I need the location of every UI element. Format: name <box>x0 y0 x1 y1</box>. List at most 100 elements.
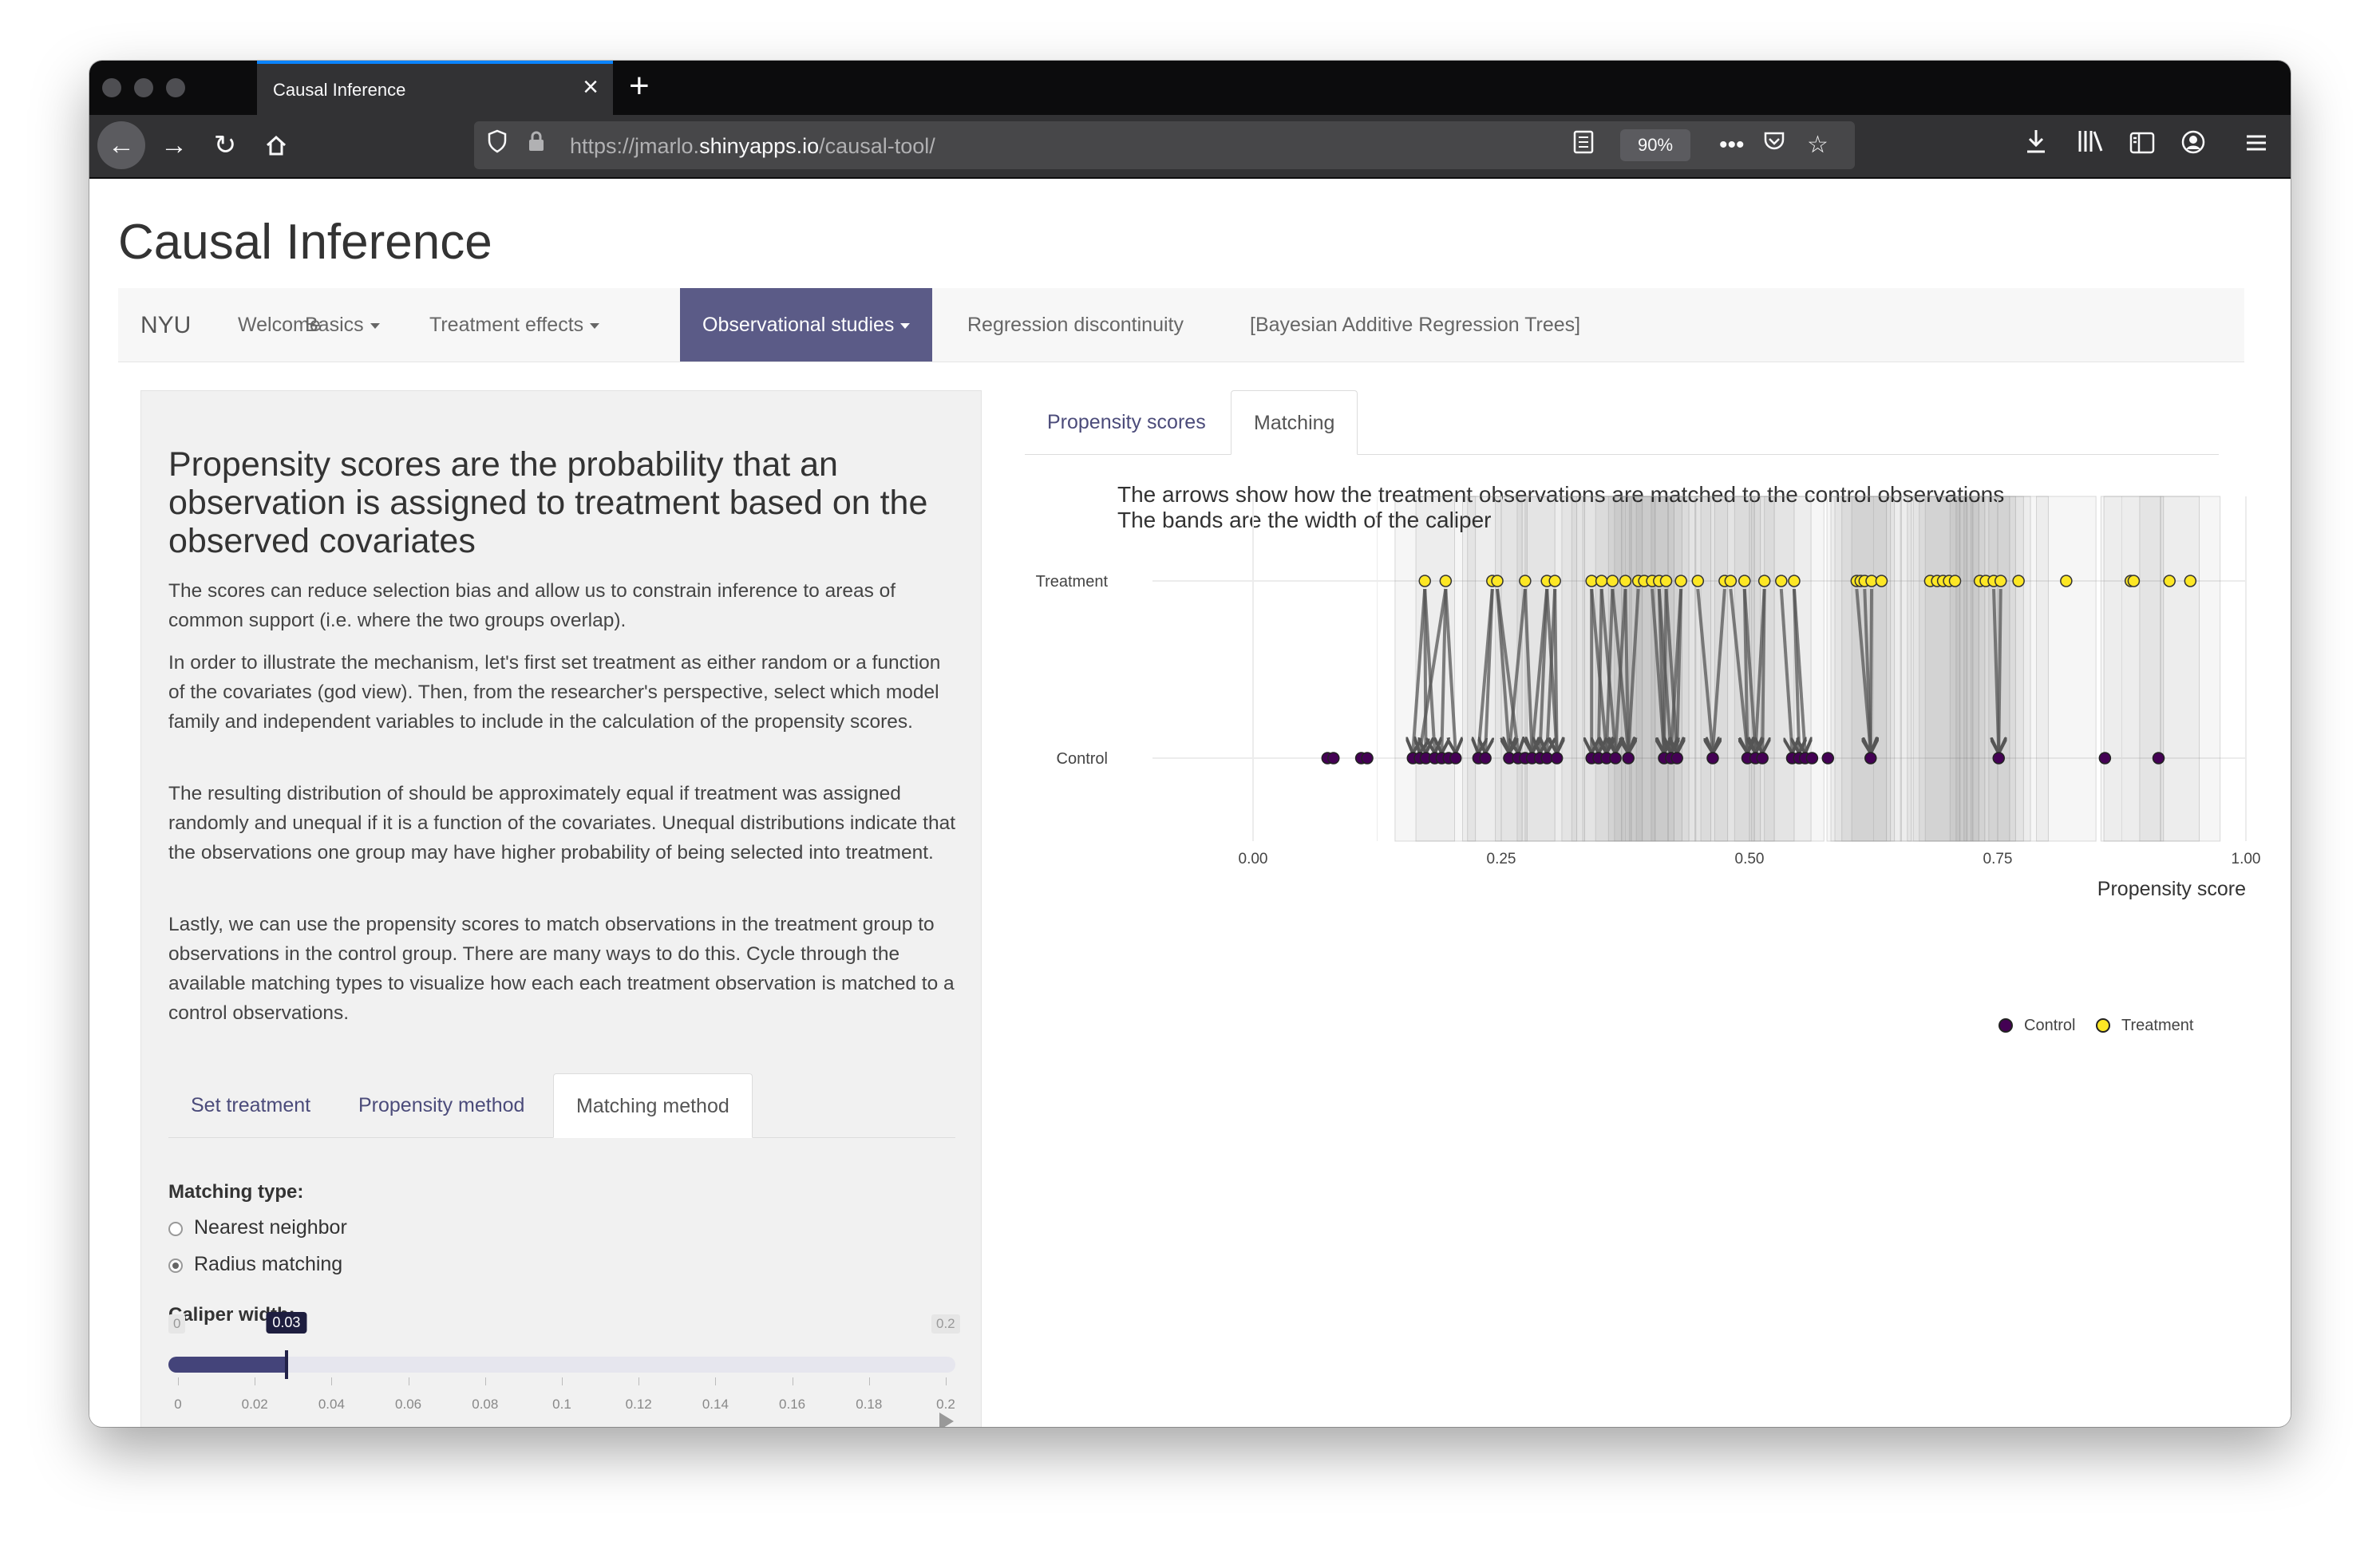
slider-tick-label: 0.08 <box>472 1397 499 1412</box>
slider-tick-label: 0.2 <box>936 1397 955 1412</box>
navigation-toolbar: ← → ↻ https://jmarlo.shinyapps.io/causal… <box>89 115 2291 179</box>
slider-min-label: 0 <box>168 1314 186 1334</box>
lock-icon[interactable] <box>527 129 546 162</box>
reload-icon[interactable]: ↻ <box>201 121 249 169</box>
treatment-point <box>2163 575 2176 587</box>
radio-radius-matching[interactable]: Radius matching <box>168 1253 342 1276</box>
control-point <box>1327 752 1340 765</box>
x-tick-label: 1.00 <box>2232 851 2261 867</box>
match-arrow <box>1871 588 1872 752</box>
slider-tick-label: 0.06 <box>395 1397 422 1412</box>
control-point <box>1361 752 1374 765</box>
treatment-point <box>1659 575 1673 587</box>
maximize-window-button[interactable] <box>166 78 185 97</box>
slider-tick-label: 0.12 <box>625 1397 652 1412</box>
treatment-point <box>1775 575 1788 587</box>
tab-propensity-method[interactable]: Propensity method <box>336 1073 547 1137</box>
slider-tick-label: 0.16 <box>779 1397 806 1412</box>
legend-item-control: Control <box>1998 1017 2075 1035</box>
play-animation-icon[interactable] <box>939 1413 954 1427</box>
tab-title: Causal Inference <box>273 80 406 100</box>
match-arrow <box>1555 588 1556 752</box>
slider-tick-label: 0.02 <box>241 1397 268 1412</box>
sidebar-heading: Propensity scores are the probability th… <box>168 445 928 560</box>
pocket-icon[interactable] <box>1762 129 1786 162</box>
control-point <box>1706 752 1719 765</box>
back-arrow-icon[interactable]: ← <box>97 121 145 169</box>
tab-matching[interactable]: Matching <box>1231 390 1358 455</box>
control-point <box>1550 752 1564 765</box>
home-icon[interactable] <box>252 121 300 169</box>
treatment-point <box>1491 575 1504 587</box>
downloads-icon[interactable] <box>2024 126 2048 166</box>
slider-tick-label: 0.14 <box>702 1397 729 1412</box>
sidebar-panel: Propensity scores are the probability th… <box>140 390 982 1427</box>
page-actions-icon[interactable]: ••• <box>1719 129 1745 161</box>
control-point <box>1864 752 1877 765</box>
sidebar-tabs: Set treatment Propensity method Matching… <box>168 1073 955 1138</box>
slider-tick-label: 0.1 <box>552 1397 571 1412</box>
control-point <box>1622 752 1635 765</box>
radio-button[interactable] <box>168 1222 183 1236</box>
treatment-point <box>1619 575 1632 587</box>
x-tick-label: 0.25 <box>1487 851 1516 867</box>
close-window-button[interactable] <box>102 78 121 97</box>
shield-icon[interactable] <box>487 129 508 162</box>
nav-regression-discontinuity[interactable]: Regression discontinuity <box>945 288 1206 362</box>
slider-fill <box>168 1357 287 1373</box>
close-tab-icon[interactable]: × <box>583 73 599 101</box>
bookmark-star-icon[interactable]: ☆ <box>1807 129 1828 161</box>
browser-tab[interactable]: Causal Inference × <box>257 61 613 115</box>
control-point <box>1805 752 1819 765</box>
tab-propensity-scores[interactable]: Propensity scores <box>1025 390 1228 454</box>
navbar-brand[interactable]: NYU <box>140 312 191 339</box>
app-navbar: NYU Welcome Basics Treatment effects Obs… <box>118 288 2244 362</box>
treatment-point <box>1418 575 1431 587</box>
sidebar-toggle-icon[interactable] <box>2129 126 2155 166</box>
slider-value-label: 0.03 <box>266 1312 307 1334</box>
tab-matching-method[interactable]: Matching method <box>553 1073 753 1138</box>
caret-down-icon <box>590 323 600 329</box>
slider-handle[interactable] <box>284 1350 288 1379</box>
caliper-band <box>2160 496 2221 842</box>
radio-nearest-neighbor[interactable]: Nearest neighbor <box>168 1216 347 1239</box>
account-icon[interactable] <box>2180 126 2206 166</box>
main-tabs: Propensity scores Matching <box>1025 390 2219 455</box>
sidebar-paragraph: In order to illustrate the mechanism, le… <box>168 652 941 733</box>
control-point <box>2098 752 2112 765</box>
new-tab-icon[interactable]: + <box>629 67 650 105</box>
slider-tick-mark <box>562 1377 563 1385</box>
zoom-level[interactable]: 90% <box>1620 129 1690 161</box>
caliper-band <box>2036 496 2097 842</box>
app-title: Causal Inference <box>118 215 492 270</box>
hamburger-menu-icon[interactable] <box>2244 126 2268 166</box>
nav-treatment-effects[interactable]: Treatment effects <box>407 288 622 362</box>
slider-tick-label: 0.04 <box>318 1397 345 1412</box>
x-tick-label: 0.75 <box>1983 851 2013 867</box>
nav-basics[interactable]: Basics <box>283 288 402 362</box>
treatment-point <box>1724 575 1738 587</box>
treatment-point <box>2127 575 2141 587</box>
matching-type-label: Matching type: <box>168 1181 304 1203</box>
reader-view-icon[interactable] <box>1572 129 1595 164</box>
treatment-point <box>2184 575 2197 587</box>
address-bar[interactable]: https://jmarlo.shinyapps.io/causal-tool/… <box>474 121 1855 169</box>
treatment-point <box>1994 575 2007 587</box>
minimize-window-button[interactable] <box>134 78 153 97</box>
library-icon[interactable] <box>2077 126 2104 166</box>
x-tick-label: 0.00 <box>1239 851 1268 867</box>
x-tick-label: 0.50 <box>1735 851 1765 867</box>
nav-bart[interactable]: [Bayesian Additive Regression Trees] <box>1228 288 1603 362</box>
caliper-slider[interactable] <box>168 1350 955 1379</box>
caliper-band <box>1764 496 1825 842</box>
nav-observational-studies[interactable]: Observational studies <box>680 288 933 362</box>
y-tick-label-treatment: Treatment <box>1036 573 1109 591</box>
radio-button-checked[interactable] <box>168 1259 183 1273</box>
control-point <box>1449 752 1462 765</box>
treatment-point <box>2060 575 2073 587</box>
browser-window: Causal Inference × + ← → ↻ https://jmarl… <box>89 61 2291 1427</box>
url-text[interactable]: https://jmarlo.shinyapps.io/causal-tool/ <box>570 134 935 159</box>
tab-set-treatment[interactable]: Set treatment <box>168 1073 333 1137</box>
forward-arrow-icon[interactable]: → <box>150 121 198 169</box>
control-point <box>1992 752 2005 765</box>
